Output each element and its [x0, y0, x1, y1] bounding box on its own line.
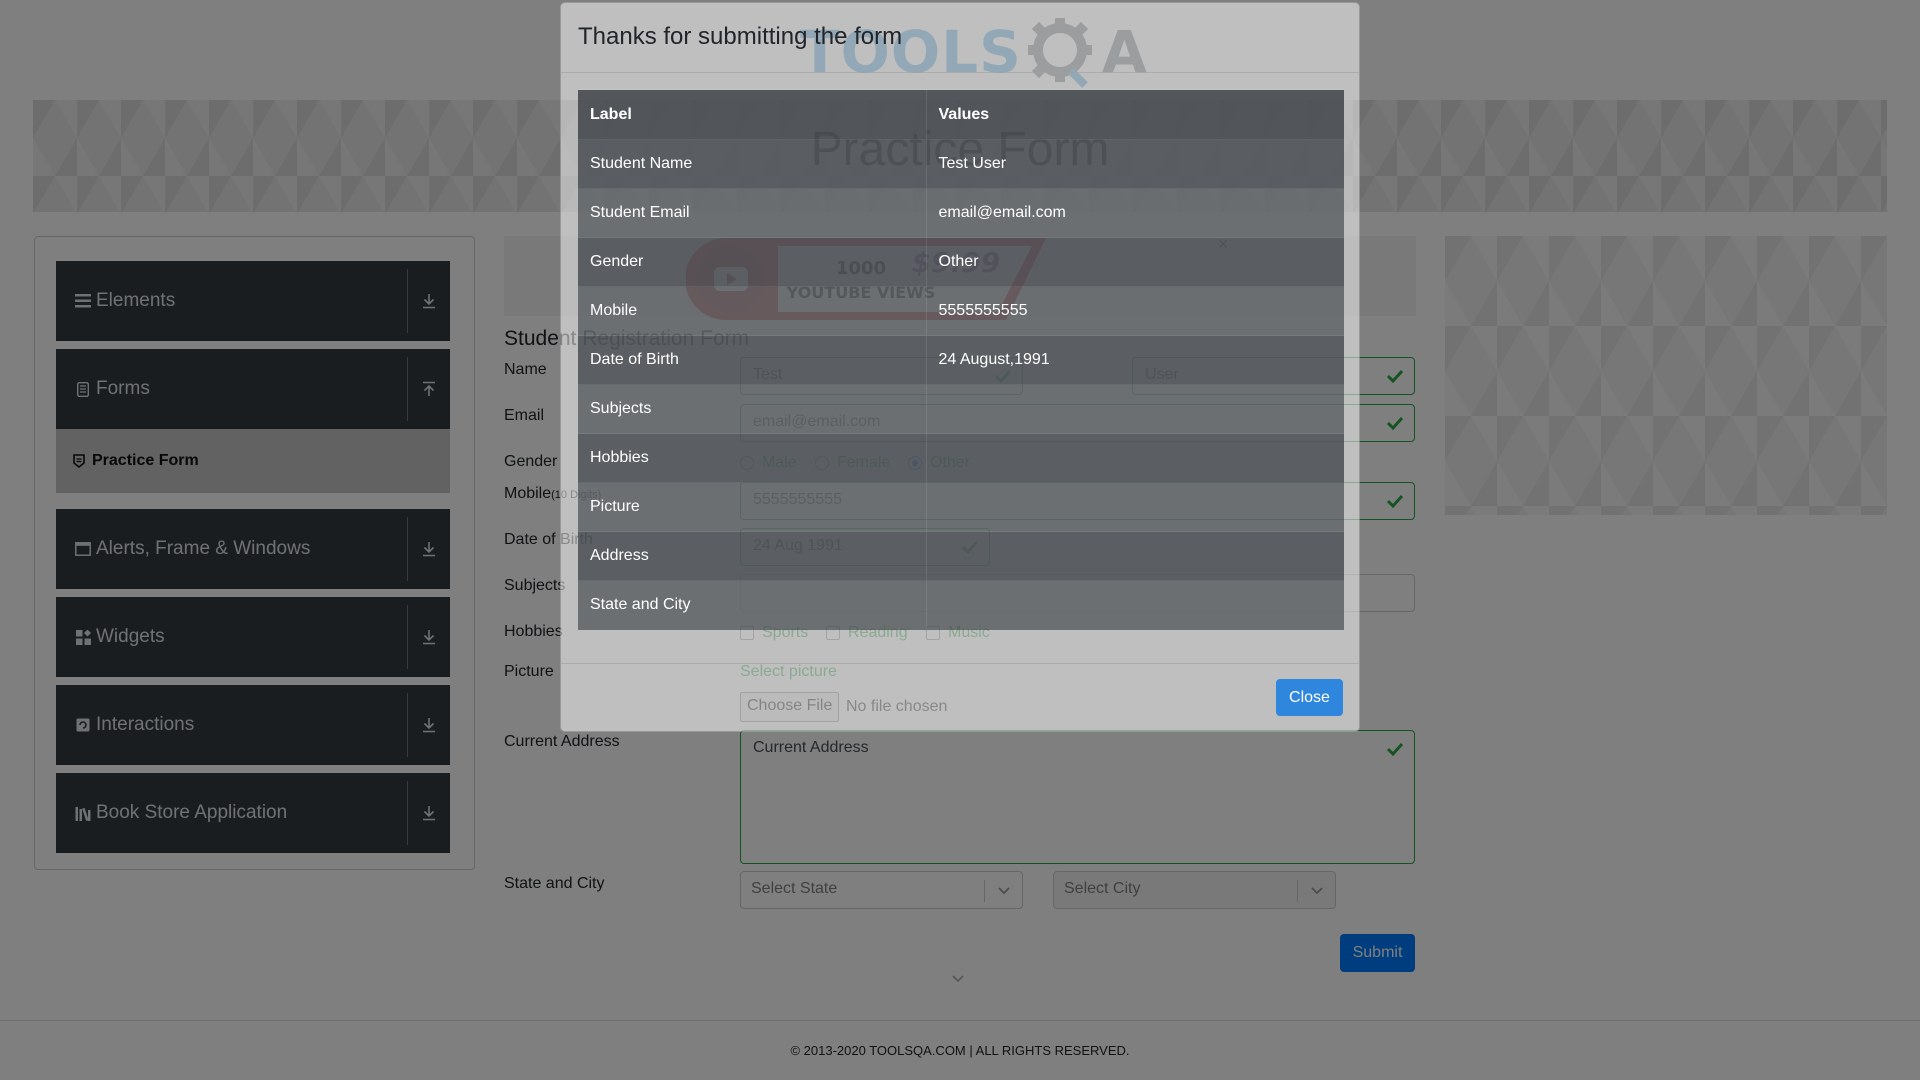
table-row: Subjects [578, 384, 1344, 434]
row-label: Hobbies [578, 433, 927, 483]
row-value [926, 531, 1344, 581]
row-value: 5555555555 [926, 286, 1344, 336]
modal-footer-divider [561, 663, 1359, 664]
row-label: Mobile [578, 286, 927, 336]
row-label: State and City [578, 580, 927, 630]
submission-table: Label Values Student Name Test User Stude… [578, 89, 1344, 630]
table-header-row: Label Values [578, 89, 1344, 140]
table-row: Picture [578, 482, 1344, 532]
table-row: Student Name Test User [578, 139, 1344, 189]
row-value: Other [926, 237, 1344, 287]
row-value: Test User [926, 139, 1344, 189]
row-value: 24 August,1991 [926, 335, 1344, 385]
row-value [926, 433, 1344, 483]
modal-title: Thanks for submitting the form [578, 23, 903, 50]
row-label: Student Email [578, 188, 927, 238]
table-row: Mobile 5555555555 [578, 286, 1344, 336]
row-label: Address [578, 531, 927, 581]
row-value [926, 482, 1344, 532]
submission-modal: Thanks for submitting the form Label Val… [560, 2, 1360, 732]
table-row: Hobbies [578, 433, 1344, 483]
row-label: Date of Birth [578, 335, 927, 385]
table-header: Label [578, 89, 927, 140]
row-label: Gender [578, 237, 927, 287]
modal-header: Thanks for submitting the form [561, 3, 1359, 73]
table-row: Gender Other [578, 237, 1344, 287]
table-header: Values [926, 89, 1344, 140]
row-label: Picture [578, 482, 927, 532]
table-row: Address [578, 531, 1344, 581]
row-value [926, 384, 1344, 434]
close-button[interactable]: Close [1276, 679, 1343, 716]
row-value [926, 580, 1344, 630]
table-row: Date of Birth 24 August,1991 [578, 335, 1344, 385]
row-label: Subjects [578, 384, 927, 434]
row-value: email@email.com [926, 188, 1344, 238]
row-label: Student Name [578, 139, 927, 189]
table-row: State and City [578, 580, 1344, 630]
table-row: Student Email email@email.com [578, 188, 1344, 238]
